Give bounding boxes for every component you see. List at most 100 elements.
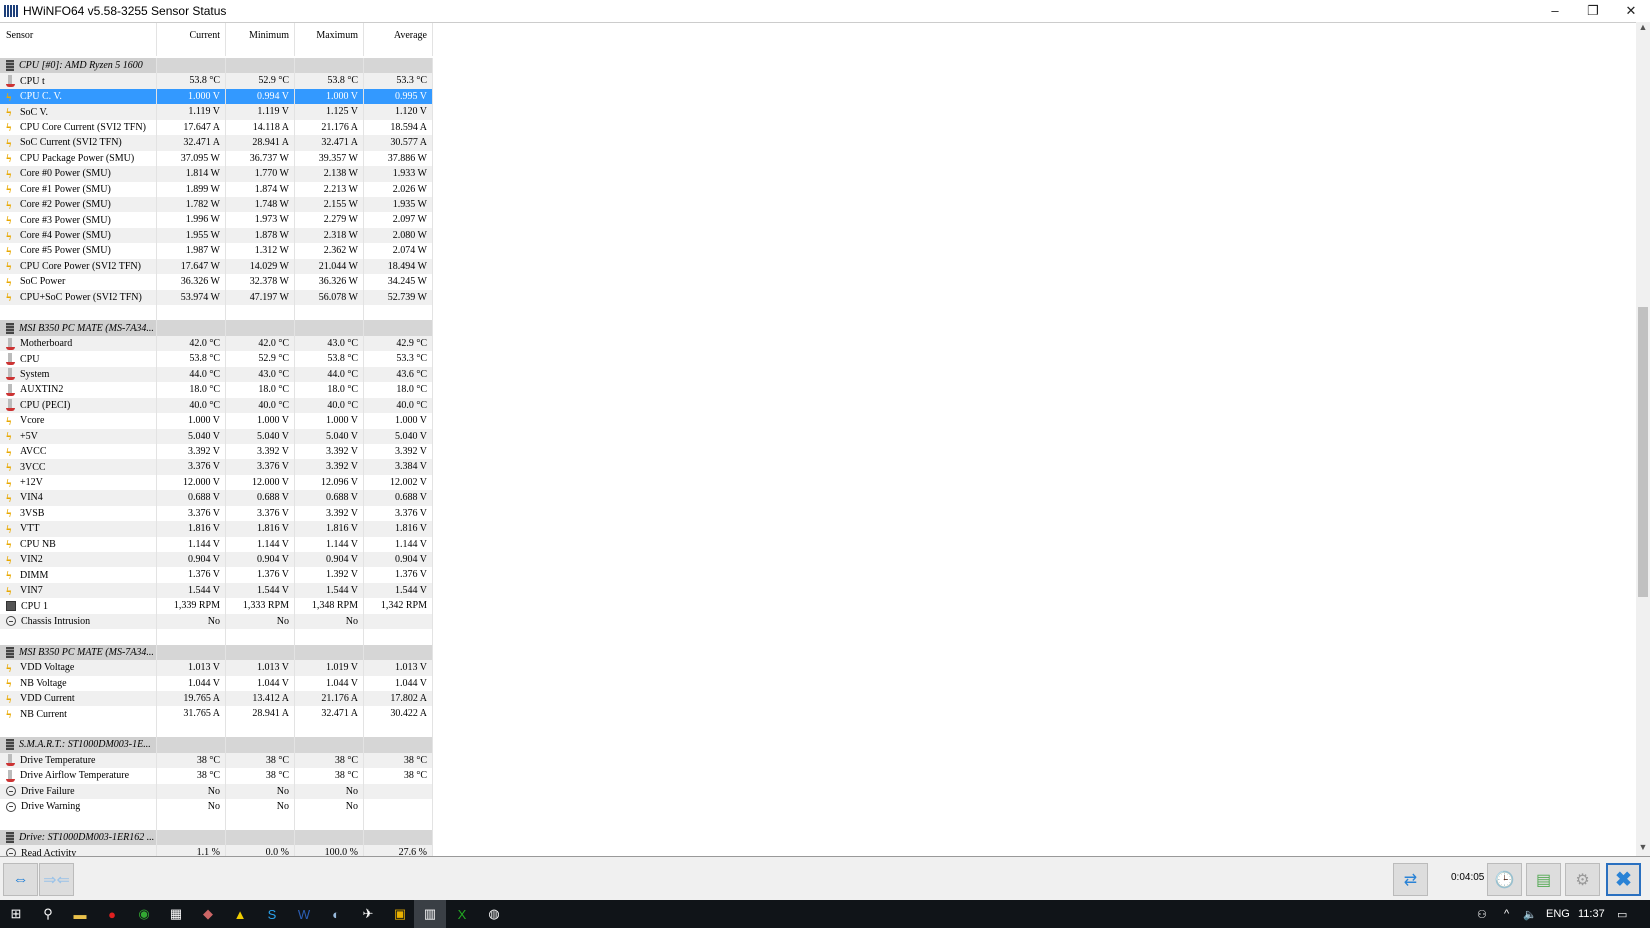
- sensor-row[interactable]: ϟ Vcore 1.000 V 1.000 V 1.000 V 1.000 V: [0, 413, 1636, 429]
- sensor-row[interactable]: ϟ DIMM 1.376 V 1.376 V 1.392 V 1.376 V: [0, 567, 1636, 583]
- sensor-row[interactable]: ϟ CPU+SoC Power (SVI2 TFN) 53.974 W 47.197 …: [0, 289, 1636, 305]
- sensor-row[interactable]: ϟ NB Current 31.765 A 28.941 A 32.471 A 30.42…: [0, 706, 1636, 722]
- sensor-row[interactable]: CPU 53.8 °C 52.9 °C 53.8 °C 53.3 °C: [0, 351, 1636, 367]
- sensor-row[interactable]: ϟ CPU Core Power (SVI2 TFN) 17.647 W 14.029…: [0, 258, 1636, 275]
- sensor-row[interactable]: ϟ Core #4 Power (SMU) 1.955 W 1.878 W 2.318 …: [0, 227, 1636, 244]
- sensor-row[interactable]: CPU (PECI) 40.0 °C 40.0 °C 40.0 °C 40.0 °C: [0, 397, 1636, 414]
- taskbar-app[interactable]: ◆: [192, 900, 224, 928]
- minimum-value: 1.878 W: [226, 227, 295, 244]
- close-sensors-button[interactable]: ✖: [1606, 863, 1641, 896]
- taskbar-app2[interactable]: ◍: [478, 900, 510, 928]
- taskbar-word[interactable]: W: [288, 900, 320, 928]
- sensor-row[interactable]: Drive Temperature 38 °C 38 °C 38 °C 38 °C: [0, 752, 1636, 769]
- sensor-row[interactable]: ϟ CPU Package Power (SMU) 37.095 W 36.737 W…: [0, 150, 1636, 167]
- taskbar-chrome[interactable]: ◉: [128, 900, 160, 928]
- sensor-row[interactable]: ϟ VTT 1.816 V 1.816 V 1.816 V 1.816 V: [0, 521, 1636, 537]
- arrows-collapse-button[interactable]: ⇒⇐: [39, 863, 74, 896]
- sensor-row[interactable]: Drive Failure No No No: [0, 783, 1636, 799]
- average-value: 38 °C: [364, 752, 433, 769]
- sensor-row[interactable]: CPU t 53.8 °C 52.9 °C 53.8 °C 53.3 °C: [0, 73, 1636, 89]
- taskbar-flight[interactable]: ✈: [352, 900, 384, 928]
- sensor-row[interactable]: ϟ NB Voltage 1.044 V 1.044 V 1.044 V 1.044 V: [0, 675, 1636, 691]
- sensor-row[interactable]: AUXTIN2 18.0 °C 18.0 °C 18.0 °C 18.0 °C: [0, 382, 1636, 398]
- taskbar-explorer[interactable]: ▬: [64, 900, 96, 928]
- sensor-row[interactable]: ϟ Core #0 Power (SMU) 1.814 W 1.770 W 2.138 …: [0, 166, 1636, 182]
- sensor-row[interactable]: ϟ SoC Current (SVI2 TFN) 32.471 A 28.941 A3…: [0, 135, 1636, 151]
- column-header-current[interactable]: Current: [157, 23, 226, 56]
- taskbar-opera[interactable]: ●: [96, 900, 128, 928]
- scrollbar-thumb[interactable]: [1638, 307, 1648, 597]
- sensor-row[interactable]: ϟ VDD Current 19.765 A 13.412 A 21.176 A 17.8…: [0, 690, 1636, 707]
- sensor-row[interactable]: ϟ VDD Voltage 1.013 V 1.013 V 1.019 V 1.013 V: [0, 660, 1636, 676]
- sensor-row[interactable]: ϟ Core #1 Power (SMU) 1.899 W 1.874 W 2.213 …: [0, 181, 1636, 197]
- people-icon[interactable]: ⚇: [1477, 908, 1487, 921]
- scroll-up-icon[interactable]: ▲: [1636, 22, 1650, 36]
- sensor-row[interactable]: Chassis Intrusion No No No: [0, 613, 1636, 630]
- log-file-button[interactable]: ▤: [1526, 863, 1561, 896]
- column-header-average[interactable]: Average: [364, 23, 433, 56]
- clock[interactable]: 11:37: [1578, 908, 1605, 920]
- taskbar-skype[interactable]: S: [256, 900, 288, 928]
- sensor-row[interactable]: Motherboard 42.0 °C 42.0 °C 43.0 °C 42.9 °C: [0, 335, 1636, 352]
- sensor-group-row[interactable]: S.M.A.R.T.: ST1000DM003-1E...: [0, 737, 1636, 753]
- minimize-button[interactable]: –: [1536, 0, 1574, 21]
- sensor-row[interactable]: ϟ +12V 12.000 V 12.000 V 12.096 V 12.002 V: [0, 474, 1636, 491]
- average-value: [364, 613, 433, 630]
- sensor-row[interactable]: ϟ VIN7 1.544 V 1.544 V 1.544 V 1.544 V: [0, 582, 1636, 599]
- vertical-scrollbar[interactable]: ▲ ▼: [1636, 22, 1650, 856]
- network-button[interactable]: ⇄: [1393, 863, 1428, 896]
- sensor-row[interactable]: Read Activity 1.1 % 0.0 % 100.0 % 27.6 %: [0, 845, 1636, 856]
- taskbar-daemon[interactable]: ▲: [224, 900, 256, 928]
- current-value: [157, 721, 226, 738]
- taskbar-steam[interactable]: ◐: [320, 900, 352, 928]
- sensor-label: Drive Warning: [21, 801, 81, 813]
- sensor-row[interactable]: ϟ CPU C. V. 1.000 V 0.994 V 1.000 V 0.995 V: [0, 88, 1636, 105]
- column-header-maximum[interactable]: Maximum: [295, 23, 364, 56]
- sensor-row[interactable]: ϟ VIN2 0.904 V 0.904 V 0.904 V 0.904 V: [0, 552, 1636, 568]
- minimum-value: 38 °C: [226, 752, 295, 769]
- sensor-group-row[interactable]: CPU [#0]: AMD Ryzen 5 1600: [0, 58, 1636, 74]
- taskbar-excel[interactable]: X: [446, 900, 478, 928]
- sensor-row[interactable]: ϟ VIN4 0.688 V 0.688 V 0.688 V 0.688 V: [0, 490, 1636, 506]
- sensor-name-cell: ϟ CPU Package Power (SMU): [0, 150, 157, 167]
- volume-icon[interactable]: 🔈: [1523, 908, 1537, 921]
- sensor-table: Sensor Current Minimum Maximum Average C…: [0, 22, 1636, 856]
- scroll-down-icon[interactable]: ▼: [1636, 842, 1650, 856]
- sensor-group-row[interactable]: Drive: ST1000DM003-1ER162 ...: [0, 829, 1636, 846]
- sensor-row[interactable]: ϟ 3VSB 3.376 V 3.376 V 3.392 V 3.376 V: [0, 505, 1636, 522]
- sensor-group-row[interactable]: MSI B350 PC MATE (MS-7A34...: [0, 644, 1636, 661]
- sensor-row[interactable]: System 44.0 °C 43.0 °C 44.0 °C 43.6 °C: [0, 366, 1636, 383]
- maximum-value: 12.096 V: [295, 474, 364, 491]
- sensor-row[interactable]: ϟ Core #5 Power (SMU) 1.987 W 1.312 W 2.362 …: [0, 243, 1636, 259]
- language-indicator[interactable]: ENG: [1546, 908, 1570, 920]
- sensor-row[interactable]: ϟ Core #3 Power (SMU) 1.996 W 1.973 W 2.279 …: [0, 212, 1636, 228]
- sensor-row[interactable]: ϟ SoC Power 36.326 W 32.378 W 36.326 W 34.245…: [0, 274, 1636, 290]
- column-header-sensor[interactable]: Sensor: [0, 23, 157, 56]
- sensor-row[interactable]: Drive Airflow Temperature 38 °C 38 °C 38 °C…: [0, 768, 1636, 784]
- taskbar-calculator[interactable]: ▦: [160, 900, 192, 928]
- sensor-label: CPU+SoC Power (SVI2 TFN): [20, 291, 142, 303]
- settings-button[interactable]: ⚙: [1565, 863, 1600, 896]
- arrows-expand-button[interactable]: ⇔: [3, 863, 38, 896]
- taskbar-hwinfo[interactable]: ▥: [414, 900, 446, 928]
- sensor-row[interactable]: ϟ Core #2 Power (SMU) 1.782 W 1.748 W 2.155 …: [0, 196, 1636, 213]
- sensor-row[interactable]: Drive Warning No No No: [0, 799, 1636, 815]
- close-button[interactable]: ✕: [1612, 0, 1650, 21]
- sensor-row[interactable]: ϟ AVCC 3.392 V 3.392 V 3.392 V 3.392 V: [0, 443, 1636, 460]
- column-header-minimum[interactable]: Minimum: [226, 23, 295, 56]
- thermometer-icon: [6, 75, 15, 88]
- sensor-group-row[interactable]: MSI B350 PC MATE (MS-7A34...: [0, 320, 1636, 336]
- sensor-row[interactable]: ϟ CPU Core Current (SVI2 TFN) 17.647 A 14.1…: [0, 119, 1636, 136]
- sensor-row[interactable]: CPU 1 1,339 RPM 1,333 RPM 1,348 RPM 1,342 RP…: [0, 598, 1636, 614]
- restore-button[interactable]: ❐: [1574, 0, 1612, 21]
- clock-button[interactable]: 🕒: [1487, 863, 1522, 896]
- chevron-up-icon[interactable]: ^: [1504, 908, 1509, 920]
- search-button[interactable]: ⚲: [32, 900, 64, 928]
- notifications-icon[interactable]: ▭: [1617, 908, 1627, 921]
- start-button[interactable]: ⊞: [0, 900, 32, 928]
- sensor-row[interactable]: ϟ CPU NB 1.144 V 1.144 V 1.144 V 1.144 V: [0, 536, 1636, 552]
- sensor-row[interactable]: ϟ +5V 5.040 V 5.040 V 5.040 V 5.040 V: [0, 428, 1636, 444]
- sensor-row[interactable]: ϟ 3VCC 3.376 V 3.376 V 3.392 V 3.384 V: [0, 459, 1636, 475]
- sensor-row[interactable]: ϟ SoC V. 1.119 V 1.119 V 1.125 V 1.120 V: [0, 104, 1636, 120]
- taskbar-pubg[interactable]: ▣: [384, 900, 416, 928]
